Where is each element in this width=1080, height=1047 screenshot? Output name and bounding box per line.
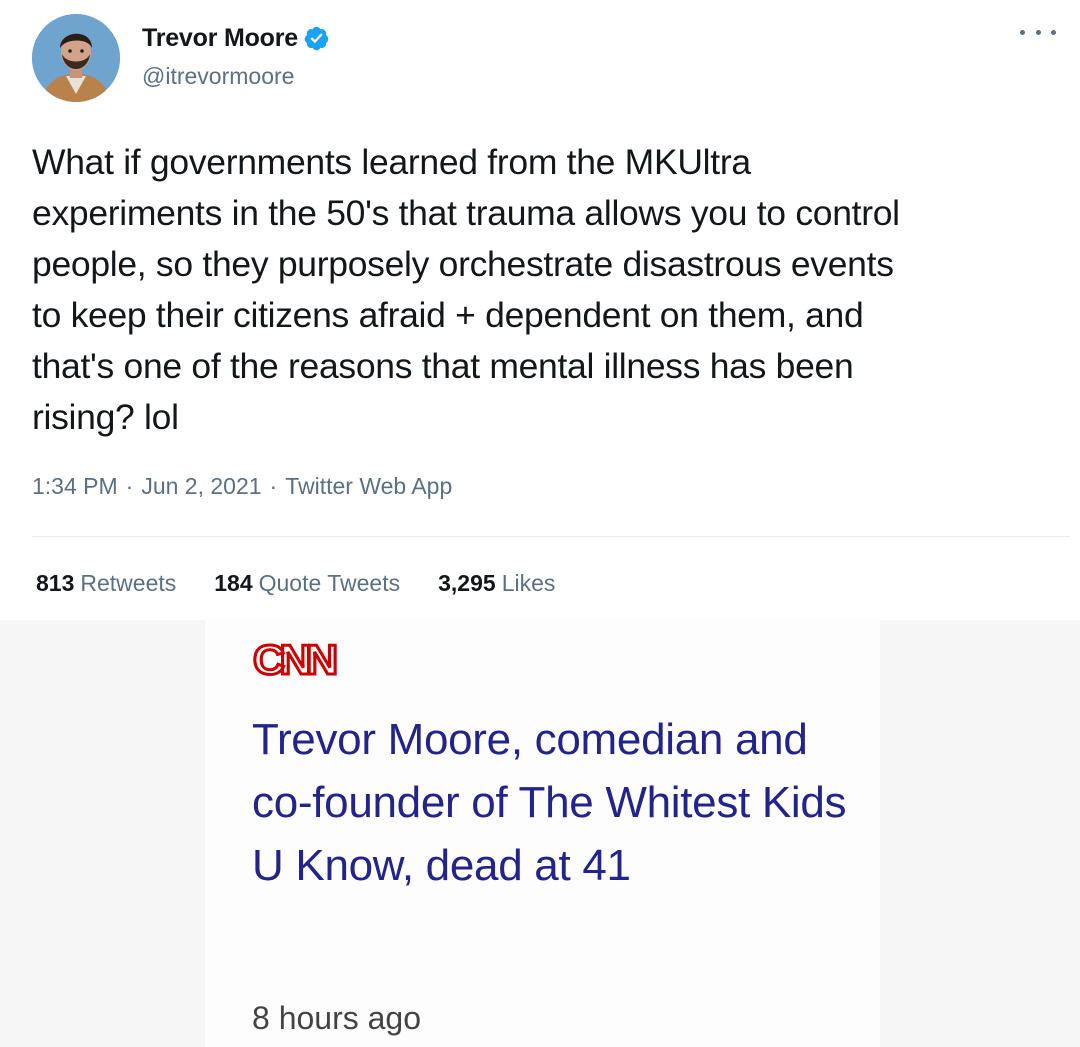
avatar[interactable] <box>32 14 120 102</box>
cnn-logo: CNN <box>251 635 339 685</box>
avatar-image <box>32 14 120 102</box>
dot <box>1020 29 1025 35</box>
meta-separator: · <box>125 473 134 499</box>
quote-tweets-stat[interactable]: 184 Quote Tweets <box>214 570 400 597</box>
likes-count: 3,295 <box>438 570 496 596</box>
cnn-news-card: CNN Trevor Moore, comedian and co-founde… <box>205 618 880 1047</box>
verified-badge-icon <box>303 25 330 52</box>
meta-separator: · <box>269 473 278 499</box>
divider <box>32 536 1070 537</box>
news-timestamp: 8 hours ago <box>252 1000 422 1036</box>
news-headline[interactable]: Trevor Moore, comedian and co-founder of… <box>252 708 852 897</box>
tweet-date[interactable]: Jun 2, 2021 <box>141 473 261 500</box>
tweet-stats: 813 Retweets 184 Quote Tweets 3,295 Likes <box>36 570 555 597</box>
tweet-text: What if governments learned from the MKU… <box>32 142 900 437</box>
tweet-time[interactable]: 1:34 PM <box>32 473 118 500</box>
author-handle[interactable]: @itrevormoore <box>142 63 294 90</box>
retweets-count: 813 <box>36 570 75 596</box>
likes-stat[interactable]: 3,295 Likes <box>438 570 555 597</box>
author-display-name[interactable]: Trevor Moore <box>142 24 298 53</box>
likes-label: Likes <box>501 570 556 596</box>
tweet-meta: 1:34 PM · Jun 2, 2021 · Twitter Web App <box>32 473 452 500</box>
quote-tweets-label: Quote Tweets <box>258 570 401 596</box>
more-horizontal-icon[interactable] <box>1020 24 1056 40</box>
tweet-source[interactable]: Twitter Web App <box>285 473 452 500</box>
quote-tweets-count: 184 <box>214 570 253 596</box>
retweets-label: Retweets <box>80 570 177 596</box>
author-name-row: Trevor Moore <box>142 24 330 53</box>
dot <box>1035 29 1041 35</box>
tweet-card: Trevor Moore @itrevormoore What if gover… <box>0 0 1080 620</box>
retweets-stat[interactable]: 813 Retweets <box>36 570 176 597</box>
dot <box>1051 29 1056 35</box>
